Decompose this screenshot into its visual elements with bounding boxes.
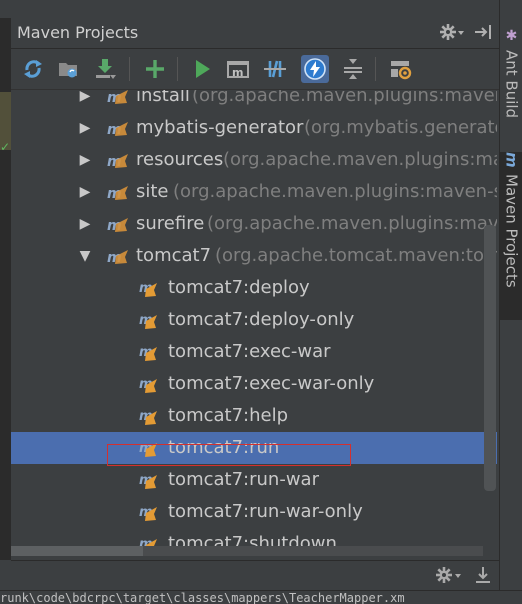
plugin-icon: m	[107, 154, 128, 170]
right-tool-strip: ✱ Ant Build m Maven Projects	[499, 0, 522, 590]
plugin-name: resources	[136, 149, 224, 170]
tab-label: Ant Build	[502, 50, 521, 119]
maven-goal-icon: m	[139, 409, 157, 425]
highlight-annotation-box	[107, 444, 351, 466]
tree-row-plugin[interactable]: ▶ m surefire (org.apache.maven.plugins:m…	[11, 208, 497, 240]
svg-text:m: m	[232, 66, 243, 79]
plugin-detail: (org.apache.maven.plugins:maven-site	[173, 181, 497, 202]
plugin-icon: m	[107, 186, 128, 202]
tool-window-footer	[11, 560, 499, 591]
horizontal-scroll-thumb[interactable]	[11, 546, 143, 556]
reimport-icon[interactable]	[19, 55, 47, 83]
tree-row-plugin[interactable]: ▶ m mybatis-generator (org.mybatis.gener…	[11, 112, 497, 144]
maven-icon: m	[502, 152, 521, 168]
tree-row-goal[interactable]: m tomcat7:run-war-only	[11, 496, 497, 528]
goal-label: tomcat7:run-war	[168, 469, 319, 490]
maven-projects-window: ✓ Maven Projects m ▶ m install (org.apac…	[0, 0, 522, 604]
tree-row-goal[interactable]: m tomcat7:deploy	[11, 272, 497, 304]
plugin-name: tomcat7	[136, 245, 212, 266]
tree-row-plugin[interactable]: ▶ m site (org.apache.maven.plugins:maven…	[11, 176, 497, 208]
plugin-name: install	[136, 90, 190, 106]
tab-maven-projects[interactable]: m Maven Projects	[500, 152, 522, 320]
toggle-offline-icon[interactable]	[261, 55, 289, 83]
settings-icon[interactable]	[387, 55, 415, 83]
plugin-detail: (org.apache.maven.plugins:maven	[207, 213, 497, 234]
tab-ant-build[interactable]: ✱ Ant Build	[500, 28, 522, 138]
generate-sources-icon[interactable]	[55, 55, 83, 83]
maven-toolbar: m	[11, 49, 499, 90]
plugin-icon: m	[107, 250, 128, 266]
maven-goal-icon: m	[139, 345, 157, 361]
skip-tests-icon[interactable]	[301, 55, 329, 83]
horizontal-scrollbar[interactable]	[11, 546, 483, 556]
status-path: runk\code\bdcrpc\target\classes\mappers\…	[0, 590, 522, 604]
maven-goal-icon: m	[139, 377, 157, 393]
gear-dropdown-icon[interactable]	[439, 23, 465, 45]
maven-goal-icon: m	[139, 473, 157, 489]
goal-label: tomcat7:deploy	[168, 277, 310, 298]
expand-arrow-icon[interactable]: ▶	[77, 208, 93, 240]
goal-label: tomcat7:help	[168, 405, 289, 426]
tree-row-goal[interactable]: m tomcat7:exec-war	[11, 336, 497, 368]
goal-label: tomcat7:deploy-only	[168, 309, 355, 330]
tab-label: Maven Projects	[502, 173, 521, 288]
minimize-download-icon[interactable]	[475, 566, 491, 589]
collapse-arrow-icon[interactable]: ▼	[77, 240, 93, 272]
plugin-name: site	[136, 181, 169, 202]
expand-arrow-icon[interactable]: ▶	[77, 90, 93, 112]
expand-arrow-icon[interactable]: ▶	[77, 112, 93, 144]
tree-row-goal[interactable]: m tomcat7:exec-war-only	[11, 368, 497, 400]
plugin-icon: m	[107, 122, 128, 138]
editor-gutter: ✓	[0, 18, 11, 560]
plugin-icon: m	[107, 218, 128, 234]
plugin-name: mybatis-generator	[136, 117, 304, 138]
check-icon: ✓	[0, 140, 11, 154]
add-icon[interactable]	[141, 55, 169, 83]
tree-row-goal[interactable]: m tomcat7:help	[11, 400, 497, 432]
vertical-scrollbar[interactable]	[484, 225, 496, 491]
collapse-all-icon[interactable]	[339, 55, 367, 83]
plugin-detail: (org.mybatis.generator	[304, 117, 497, 138]
maven-project-tree: ▶ m install (org.apache.maven.plugins:ma…	[11, 90, 497, 550]
execute-goal-icon[interactable]: m	[225, 55, 253, 83]
tree-row-goal[interactable]: m tomcat7:deploy-only	[11, 304, 497, 336]
ant-icon: ✱	[503, 28, 520, 44]
plugin-detail: (org.apache.tomcat.maven:tomca	[215, 245, 497, 266]
maven-goal-icon: m	[139, 505, 157, 521]
goal-label: tomcat7:exec-war-only	[168, 373, 375, 394]
tool-window-header: Maven Projects	[11, 18, 499, 49]
tree-row-goal[interactable]: m tomcat7:run-war	[11, 464, 497, 496]
plugin-icon: m	[107, 90, 128, 106]
maven-goal-icon: m	[139, 313, 157, 329]
tree-row-plugin[interactable]: ▶ m resources (org.apache.maven.plugins:…	[11, 144, 497, 176]
tree-row-plugin[interactable]: ▶ m install (org.apache.maven.plugins:ma…	[11, 90, 497, 112]
download-icon[interactable]	[91, 55, 119, 83]
hide-panel-icon[interactable]	[473, 23, 493, 45]
plugin-name: surefire	[136, 213, 205, 234]
gear-dropdown-icon[interactable]	[435, 566, 463, 589]
goal-label: tomcat7:run-war-only	[168, 501, 363, 522]
tool-window-title: Maven Projects	[17, 23, 139, 42]
expand-arrow-icon[interactable]: ▶	[77, 176, 93, 208]
goal-label: tomcat7:exec-war	[168, 341, 331, 362]
plugin-detail: (org.apache.maven.plugins:maven-i	[192, 90, 497, 106]
expand-arrow-icon[interactable]: ▶	[77, 144, 93, 176]
tree-row-plugin-expanded[interactable]: ▼ m tomcat7 (org.apache.tomcat.maven:tom…	[11, 240, 497, 272]
run-icon[interactable]	[188, 55, 216, 83]
maven-goal-icon: m	[139, 281, 157, 297]
plugin-detail: (org.apache.maven.plugins:mave	[223, 149, 497, 170]
